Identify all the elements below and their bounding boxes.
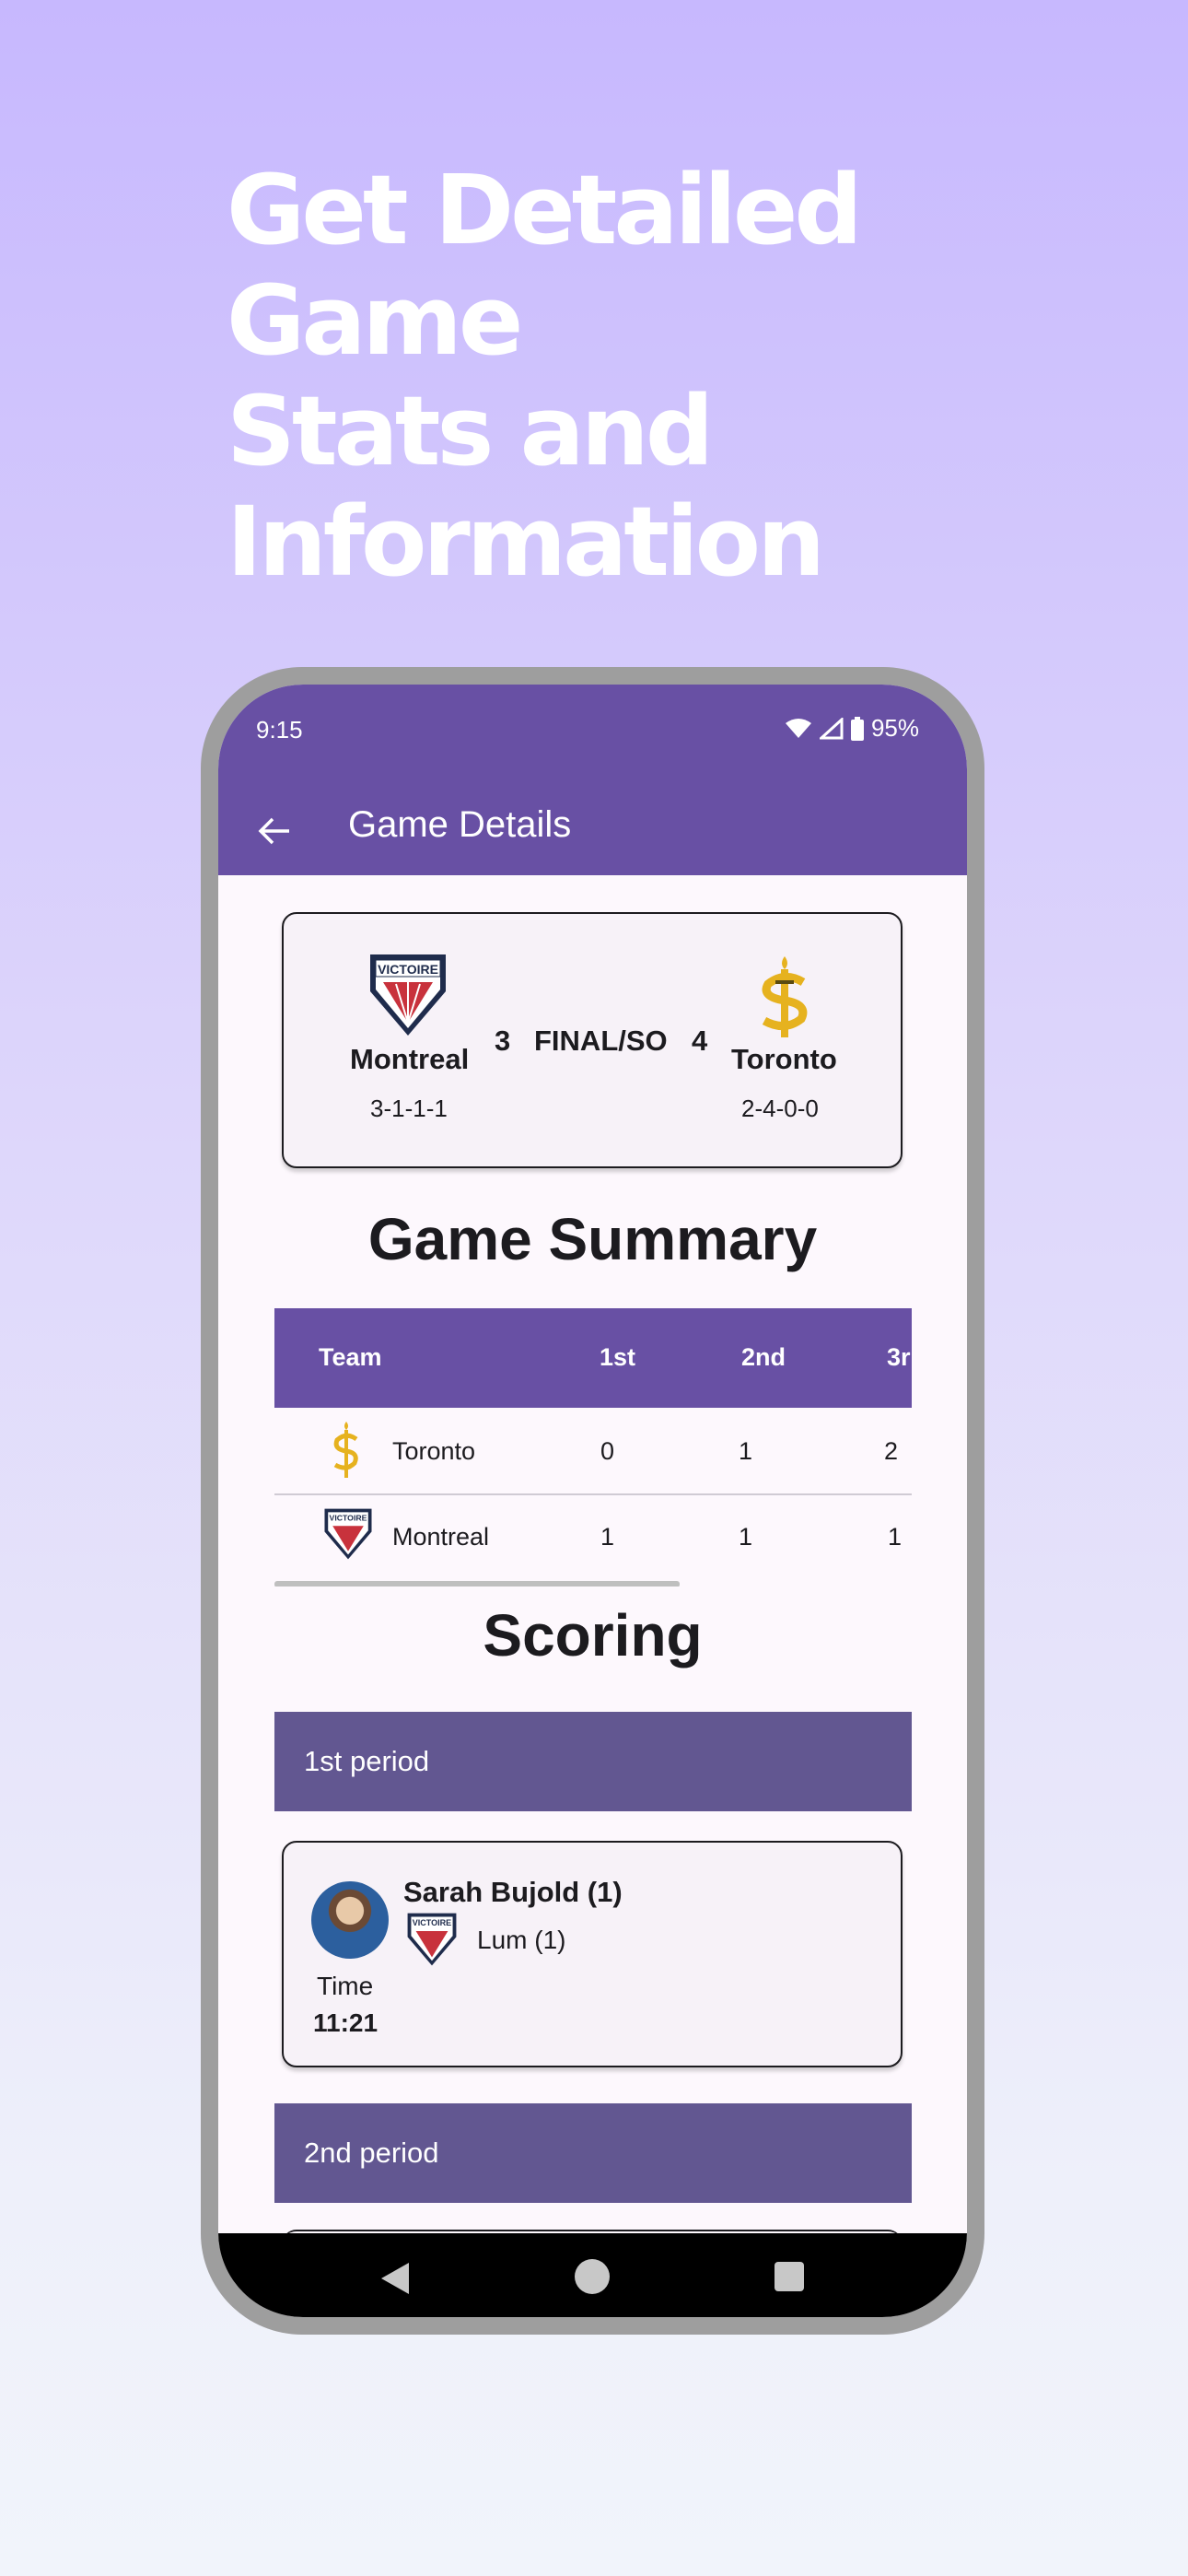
system-nav-bar [218, 2233, 967, 2317]
svg-text:VICTOIRE: VICTOIRE [378, 962, 438, 977]
row-team-name: Toronto [392, 1437, 476, 1465]
phone-screen: 9:15 95% Game Details VICTOIRE Montreal … [218, 685, 967, 2317]
sceptres-logo-icon [762, 956, 808, 1037]
back-button[interactable] [246, 802, 303, 860]
away-team-name: Toronto [731, 1043, 837, 1075]
sceptres-logo-icon [333, 1422, 358, 1478]
horizontal-scrollbar[interactable] [274, 1581, 680, 1587]
row-period-2: 1 [739, 1437, 753, 1465]
victoire-logo-icon: VICTOIRE [324, 1508, 372, 1560]
row-period-3: 2 [884, 1437, 899, 1465]
table-row: Toronto 0 1 2 [274, 1408, 912, 1494]
home-team-name: Montreal [350, 1043, 470, 1075]
time-label: Time [317, 1972, 374, 2000]
column-header-1st: 1st [600, 1343, 636, 1371]
row-period-2: 1 [739, 1523, 753, 1551]
home-team-record: 3-1-1-1 [370, 1095, 448, 1122]
game-summary-title: Game Summary [367, 1206, 818, 1272]
victoire-logo-icon: VICTOIRE [407, 1913, 457, 1966]
game-summary-table[interactable]: Team 1st 2nd 3r Toronto 0 1 2 VICTOIRE M… [274, 1308, 912, 1587]
column-header-team: Team [319, 1343, 382, 1371]
nav-home-icon[interactable] [575, 2259, 610, 2294]
headline-line-1: Get Detailed Game [227, 154, 863, 377]
svg-text:VICTOIRE: VICTOIRE [330, 1514, 367, 1523]
victoire-logo-icon: VICTOIRE [370, 954, 446, 1036]
period-header-1st[interactable]: 1st period [274, 1712, 912, 1811]
row-team-name: Montreal [392, 1523, 490, 1551]
column-header-3rd: 3r [887, 1343, 911, 1371]
period-header-2nd[interactable]: 2nd period [274, 2103, 912, 2203]
battery-icon [850, 716, 864, 741]
battery-percent: 95% [870, 714, 919, 742]
scorer-name: Sarah Bujold (1) [403, 1876, 623, 1908]
player-avatar [311, 1881, 389, 1959]
home-score: 3 [495, 1025, 511, 1057]
goal-card[interactable]: Sarah Bujold (1) VICTOIRE Lum (1) Time 1… [282, 1841, 903, 2067]
nav-back-icon[interactable] [379, 2261, 411, 2296]
row-period-3: 1 [888, 1523, 903, 1551]
headline-line-2: Stats and [227, 375, 714, 487]
table-header: Team 1st 2nd 3r [274, 1308, 912, 1408]
scoring-title: Scoring [483, 1602, 703, 1669]
app-bar: 9:15 95% Game Details [218, 685, 967, 875]
period-label: 2nd period [304, 2137, 439, 2169]
nav-recents-icon[interactable] [775, 2262, 804, 2291]
row-period-1: 1 [600, 1523, 615, 1551]
goal-time: 11:21 [313, 2008, 379, 2037]
game-status: FINAL/SO [534, 1025, 668, 1057]
column-header-2nd: 2nd [741, 1343, 786, 1371]
status-time: 9:15 [256, 716, 303, 744]
score-card: VICTOIRE Montreal 3-1-1-1 3 FINAL/SO 4 T… [282, 912, 903, 1168]
arrow-left-icon [258, 817, 289, 845]
table-row: VICTOIRE Montreal 1 1 1 [274, 1495, 912, 1582]
wifi-icon [785, 718, 811, 738]
headline-line-3: Information [227, 486, 825, 598]
status-icons: 95% [785, 714, 919, 743]
page-title: Game Details [348, 804, 572, 845]
row-period-1: 0 [600, 1437, 615, 1465]
promo-headline: Get Detailed Game Stats and Information [227, 155, 1147, 597]
game-details-content[interactable]: VICTOIRE Montreal 3-1-1-1 3 FINAL/SO 4 T… [218, 875, 967, 2233]
assist-text: Lum (1) [477, 1926, 566, 1954]
period-label: 1st period [304, 1745, 430, 1777]
signal-icon [819, 717, 844, 739]
svg-text:VICTOIRE: VICTOIRE [413, 1918, 451, 1927]
away-team-record: 2-4-0-0 [741, 1095, 819, 1122]
away-score: 4 [692, 1025, 708, 1057]
